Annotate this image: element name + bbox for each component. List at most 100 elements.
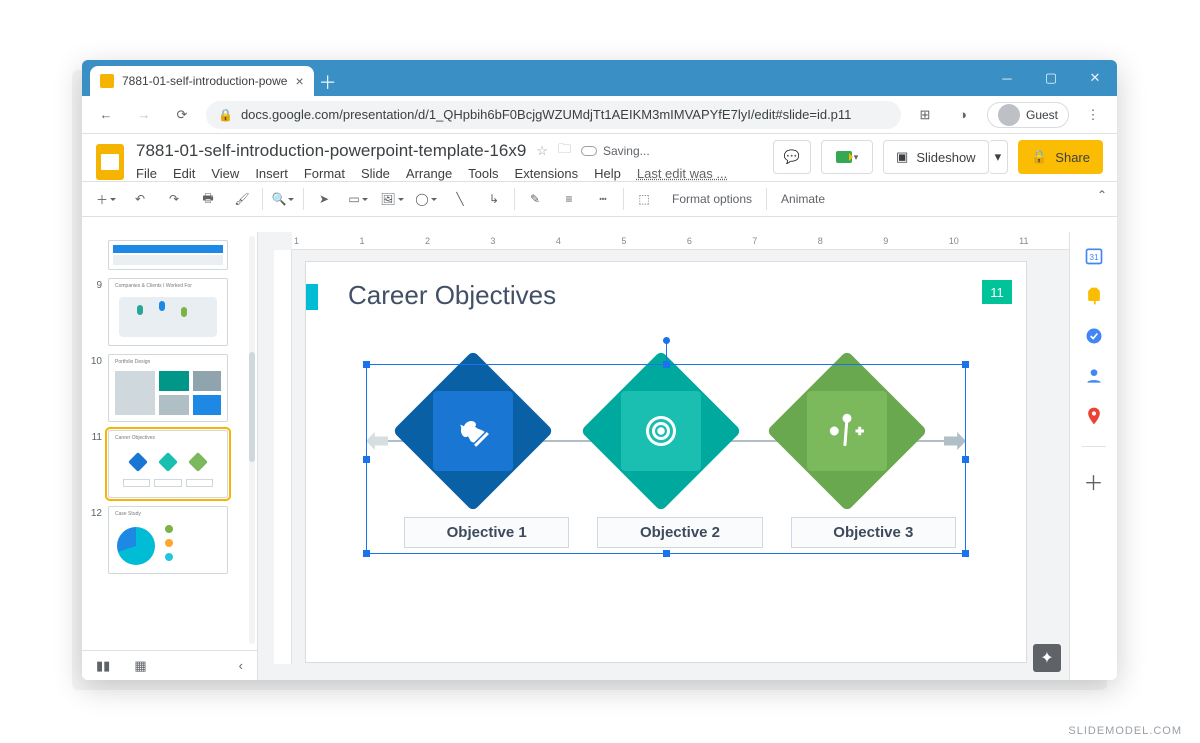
menu-view[interactable]: View [211, 166, 239, 181]
watermark: SLIDEMODEL.COM [1068, 725, 1182, 737]
move-icon[interactable]: 🗀 [558, 140, 571, 162]
line-tool[interactable]: ╲ [446, 185, 474, 213]
redo-button[interactable]: ↷ [160, 185, 188, 213]
new-tab-button[interactable]: ＋ [314, 68, 342, 96]
selection-box[interactable] [366, 364, 966, 554]
select-tool[interactable]: ➤ [310, 185, 338, 213]
menu-extensions[interactable]: Extensions [515, 166, 579, 181]
slide-thumb[interactable]: 10 Portfolio Design [86, 354, 247, 422]
resize-handle[interactable] [962, 361, 969, 368]
menu-insert[interactable]: Insert [255, 166, 288, 181]
calendar-icon[interactable]: 31 [1084, 246, 1104, 266]
chevron-left-icon[interactable]: ‹ [239, 658, 243, 673]
horizontal-ruler: 1123456789101112 [292, 232, 1101, 250]
animate-button[interactable]: Animate [773, 192, 833, 206]
undo-button[interactable]: ↶ [126, 185, 154, 213]
resize-handle[interactable] [962, 456, 969, 463]
window-maximize-icon[interactable]: ▢ [1029, 60, 1073, 96]
lock-icon: 🔒 [1031, 149, 1047, 165]
star-icon[interactable]: ☆ [536, 143, 548, 159]
cloud-icon [581, 146, 597, 156]
resize-handle[interactable] [363, 456, 370, 463]
format-options-button[interactable]: Format options [664, 192, 760, 206]
slideshow-button[interactable]: ▣Slideshow [883, 140, 989, 174]
close-tab-icon[interactable]: × [295, 73, 303, 89]
menu-tools[interactable]: Tools [468, 166, 498, 181]
comments-button[interactable]: 💬 [773, 140, 811, 174]
saving-text: Saving... [603, 144, 650, 158]
last-edit-link[interactable]: Last edit was ... [637, 166, 727, 181]
maps-icon[interactable] [1084, 406, 1104, 426]
install-app-icon[interactable]: ⊞ [911, 101, 939, 129]
resize-handle[interactable] [962, 550, 969, 557]
thumb-title: Case Study [115, 511, 141, 517]
menu-edit[interactable]: Edit [173, 166, 195, 181]
browser-window: 7881-01-self-introduction-powe × ＋ ─ ▢ ✕… [82, 60, 1117, 680]
image-tool[interactable]: 🖼 [378, 185, 406, 213]
menu-format[interactable]: Format [304, 166, 345, 181]
border-dash-button[interactable]: ┅ [589, 185, 617, 213]
slide-thumb[interactable]: 11 Career Objectives [86, 430, 247, 498]
slide-canvas[interactable]: Career Objectives 11 [306, 262, 1026, 662]
docs-header: 7881-01-self-introduction-powerpoint-tem… [82, 134, 1117, 181]
rotate-handle[interactable] [666, 343, 667, 361]
browser-tab[interactable]: 7881-01-self-introduction-powe × [90, 66, 314, 96]
filmstrip-footer: ▮▮ ▦ ‹ [82, 650, 257, 680]
thumb-number: 11 [86, 430, 102, 443]
tasks-icon[interactable] [1084, 326, 1104, 346]
google-slides-logo-icon[interactable] [96, 144, 124, 180]
menu-slide[interactable]: Slide [361, 166, 390, 181]
slide-thumb[interactable]: 12 Case Study [86, 506, 247, 574]
border-weight-button[interactable]: ≡ [555, 185, 583, 213]
google-meet-button[interactable]: ▾ [821, 140, 873, 174]
menu-arrange[interactable]: Arrange [406, 166, 452, 181]
collapse-toolbar-icon[interactable]: ⌃ [1097, 188, 1107, 202]
thumb-number: 9 [86, 278, 102, 291]
resize-handle[interactable] [363, 550, 370, 557]
zoom-button[interactable]: 🔍 [269, 185, 297, 213]
add-addon-icon[interactable]: ＋ [1084, 467, 1104, 496]
slideshow-label: Slideshow [916, 150, 975, 165]
thumb-number [86, 244, 102, 246]
keep-icon[interactable] [1084, 286, 1104, 306]
paint-format-button[interactable]: 🖌 [228, 185, 256, 213]
connector-tool[interactable]: ↳ [480, 185, 508, 213]
vertical-ruler [274, 250, 292, 664]
guest-profile-button[interactable]: Guest [987, 102, 1069, 128]
menu-file[interactable]: File [136, 166, 157, 181]
nav-back-icon[interactable]: ← [92, 101, 120, 129]
textbox-tool[interactable]: ▭ [344, 185, 372, 213]
slide-thumb[interactable] [86, 244, 247, 270]
window-minimize-icon[interactable]: ─ [985, 60, 1029, 96]
extensions-icon[interactable]: ◑ [949, 101, 977, 129]
grid-view-icon[interactable]: ▦ [134, 658, 146, 674]
explore-button[interactable]: ✦ [1033, 644, 1061, 672]
nav-forward-icon[interactable]: → [130, 101, 158, 129]
document-title[interactable]: 7881-01-self-introduction-powerpoint-tem… [136, 141, 526, 161]
nav-reload-icon[interactable]: ⟳ [168, 101, 196, 129]
resize-handle[interactable] [663, 550, 670, 557]
resize-handle[interactable] [663, 361, 670, 368]
window-close-icon[interactable]: ✕ [1073, 60, 1117, 96]
print-button[interactable]: 🖶 [194, 185, 222, 213]
thumb-number: 12 [86, 506, 102, 519]
share-button[interactable]: 🔒Share [1018, 140, 1103, 174]
slideshow-dropdown[interactable]: ▾ [989, 140, 1009, 174]
resize-handle[interactable] [363, 361, 370, 368]
filmstrip-view-icon[interactable]: ▮▮ [96, 658, 110, 674]
browser-titlebar: 7881-01-self-introduction-powe × ＋ ─ ▢ ✕ [82, 60, 1117, 96]
slide-thumb[interactable]: 9 Companies & Clients I Worked For [86, 278, 247, 346]
shape-tool[interactable]: ◯ [412, 185, 440, 213]
contacts-icon[interactable] [1084, 366, 1104, 386]
slide-title[interactable]: Career Objectives [348, 280, 556, 311]
omnibox[interactable]: 🔒 docs.google.com/presentation/d/1_QHpbi… [206, 101, 901, 129]
browser-menu-icon[interactable]: ⋮ [1079, 101, 1107, 129]
accent-bar [306, 284, 318, 310]
canvas[interactable]: 1123456789101112 Career Objectives 11 [258, 232, 1117, 680]
menu-help[interactable]: Help [594, 166, 621, 181]
border-color-button[interactable]: ✎ [521, 185, 549, 213]
page-number-badge: 11 [982, 280, 1012, 304]
arrange-button[interactable]: ⬚ [630, 185, 658, 213]
filmstrip-scrollthumb[interactable] [249, 352, 255, 462]
new-slide-button[interactable]: ＋ [92, 185, 120, 213]
